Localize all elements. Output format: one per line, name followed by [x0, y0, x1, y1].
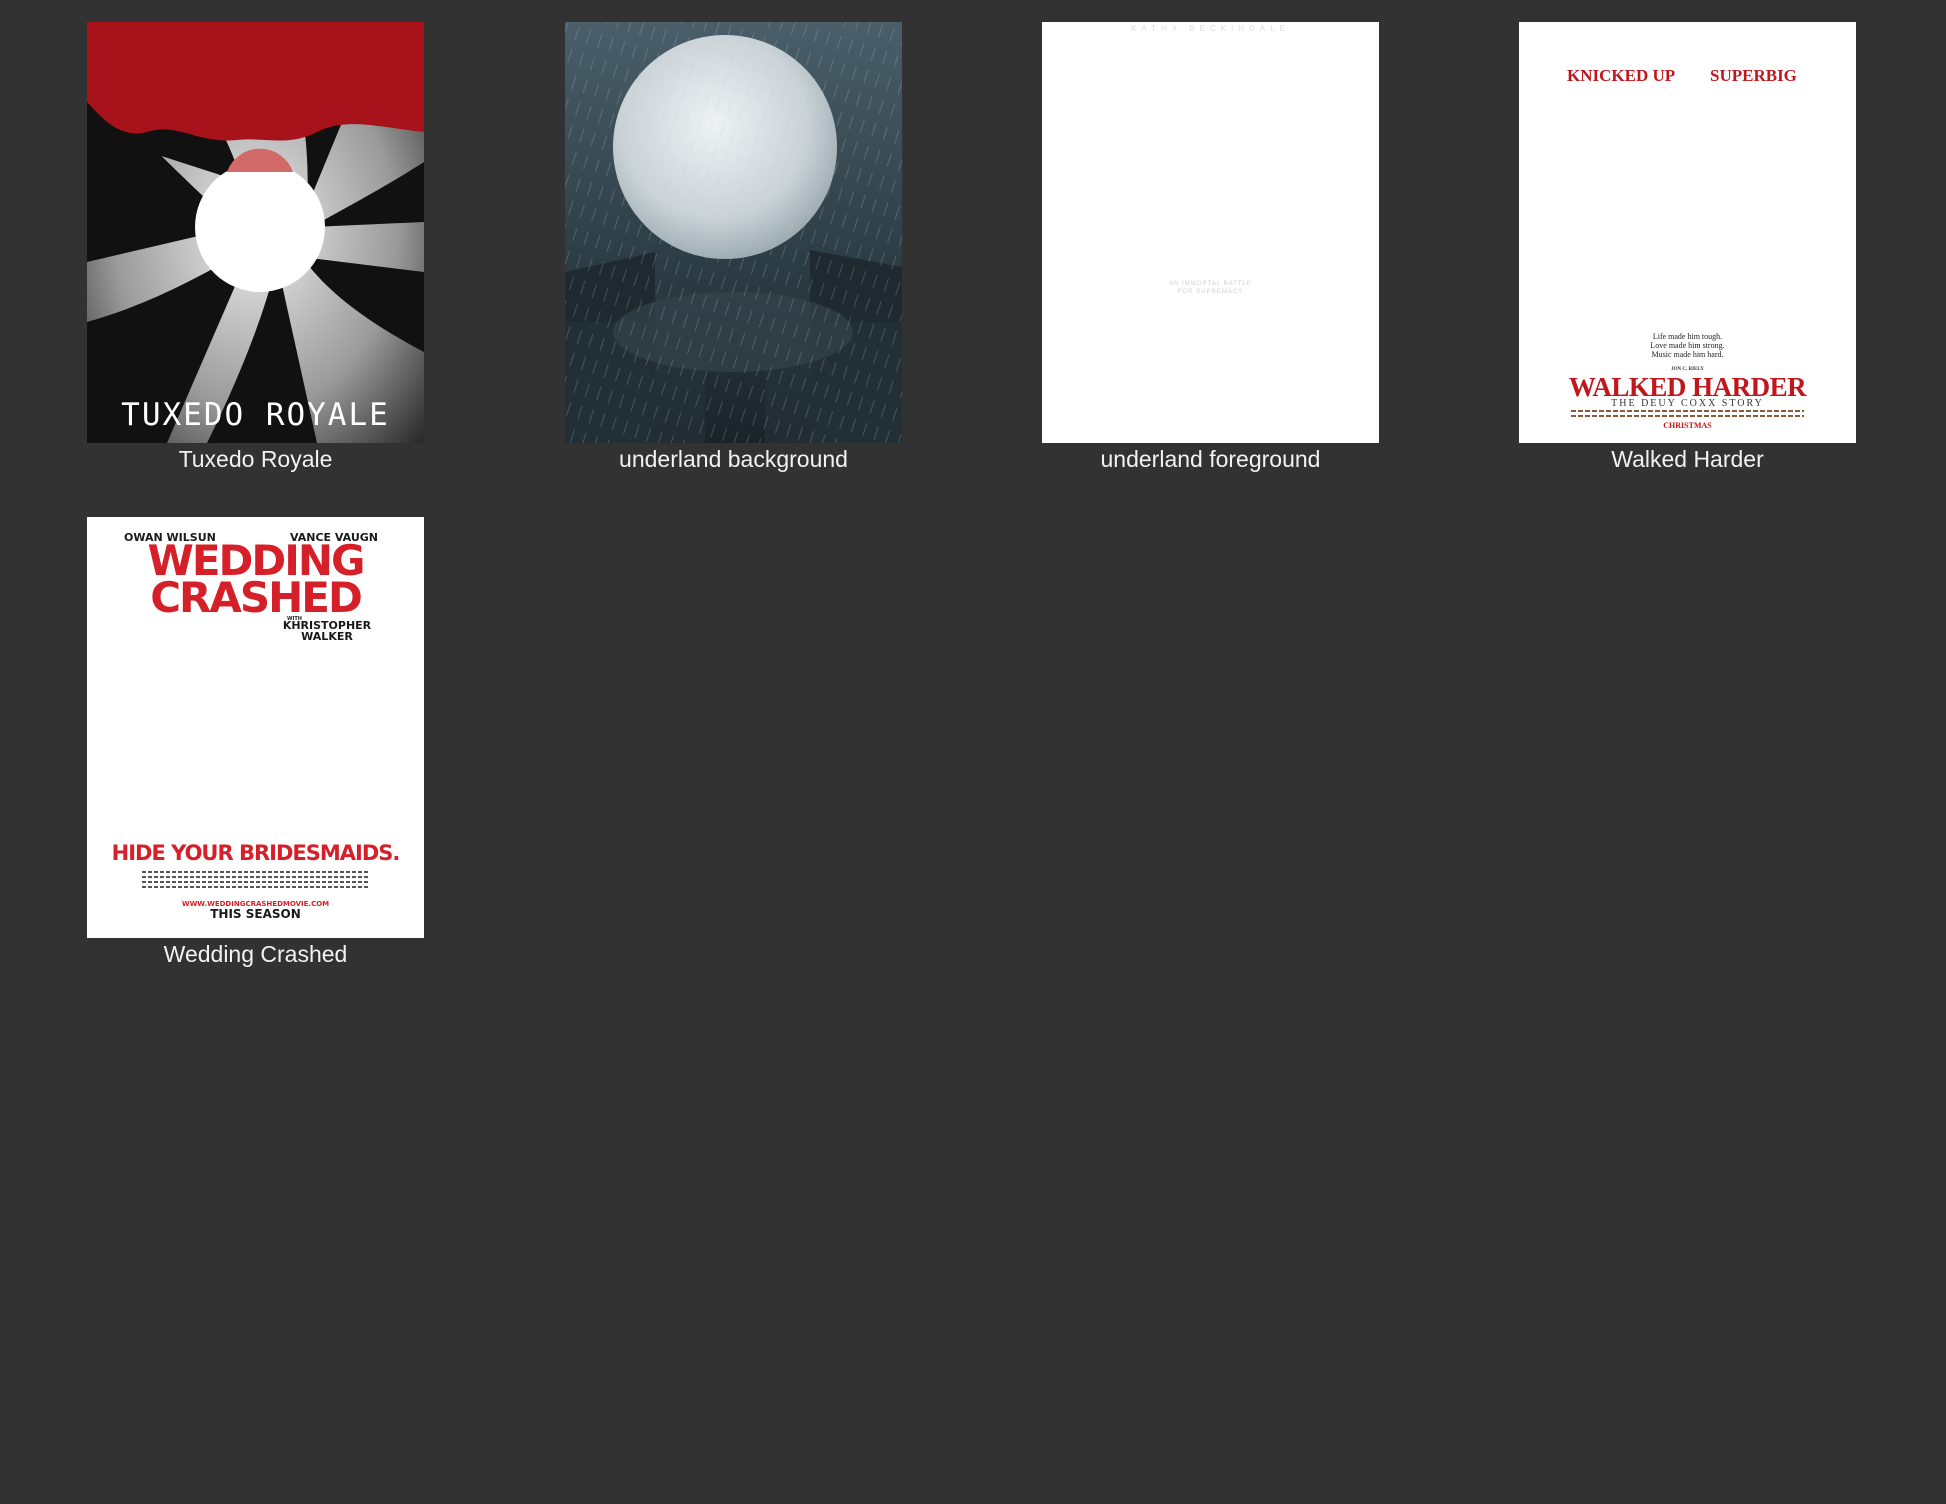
poster-tagline-line-2: FOR SUPREMACY: [1177, 289, 1244, 295]
poster-credits-block: [142, 868, 369, 891]
thumbnail-walked-harder[interactable]: KNICKED UP SUPERBIG Life made him tough.…: [1519, 22, 1856, 443]
grid-item-wedding-crashed[interactable]: OWAN WILSUN VANCE VAUGN WEDDING CRASHED …: [87, 517, 424, 968]
poster-extra-actor-line-2: WALKER: [301, 630, 353, 643]
thumbnail-grid: TUXEDO ROYALE Tuxedo Royale underland ba…: [0, 0, 1946, 1504]
caption-underland-background[interactable]: underland background: [565, 445, 902, 473]
caption-walked-harder[interactable]: Walked Harder: [1519, 445, 1856, 473]
caption-tuxedo-royale[interactable]: Tuxedo Royale: [87, 445, 424, 473]
poster-tagline: HIDE YOUR BRIDESMAIDS.: [111, 841, 401, 865]
grid-item-underland-foreground[interactable]: KATHY BECKINDALE AN IMMORTAL BATTLE FOR …: [1042, 22, 1379, 473]
poster-title: TUXEDO ROYALE: [121, 397, 390, 433]
grid-item-tuxedo-royale[interactable]: TUXEDO ROYALE Tuxedo Royale: [87, 22, 424, 473]
gun-barrel-poster-art: [87, 22, 424, 443]
poster-release: THIS SEASON: [210, 907, 301, 921]
thumbnail-wedding-crashed[interactable]: OWAN WILSUN VANCE VAUGN WEDDING CRASHED …: [87, 517, 424, 938]
poster-top-left: KNICKED UP: [1567, 66, 1676, 85]
poster-release: CHRISTMAS: [1663, 421, 1712, 430]
thumbnail-underland-background[interactable]: [565, 22, 902, 443]
poster-tagline: AN IMMORTAL BATTLE FOR SUPREMACY: [1042, 280, 1379, 296]
thumbnail-underland-foreground[interactable]: KATHY BECKINDALE AN IMMORTAL BATTLE FOR …: [1042, 22, 1379, 443]
poster-tagline-line-2: Love made him strong.: [1650, 341, 1725, 350]
poster-extra-actor: KHRISTOPHER WALKER: [267, 620, 387, 642]
poster-tagline: Life made him tough. Love made him stron…: [1519, 332, 1856, 359]
poster-title-line-2: CRASHED: [150, 573, 363, 622]
poster-tagline-line-1: Life made him tough.: [1652, 332, 1723, 341]
poster-tagline-line-3: Music made him hard.: [1651, 350, 1724, 359]
poster-actor-name: KATHY BECKINDALE: [1131, 24, 1290, 33]
grid-item-underland-background[interactable]: underland background: [565, 22, 902, 473]
grid-item-walked-harder[interactable]: KNICKED UP SUPERBIG Life made him tough.…: [1519, 22, 1856, 473]
poster-tagline-line-1: AN IMMORTAL BATTLE: [1169, 281, 1252, 287]
moonlit-street-poster-art: [565, 22, 902, 443]
caption-wedding-crashed[interactable]: Wedding Crashed: [87, 940, 424, 968]
poster-top-right: SUPERBIG: [1710, 66, 1797, 85]
thumbnail-tuxedo-royale[interactable]: TUXEDO ROYALE: [87, 22, 424, 443]
caption-underland-foreground[interactable]: underland foreground: [1042, 445, 1379, 473]
